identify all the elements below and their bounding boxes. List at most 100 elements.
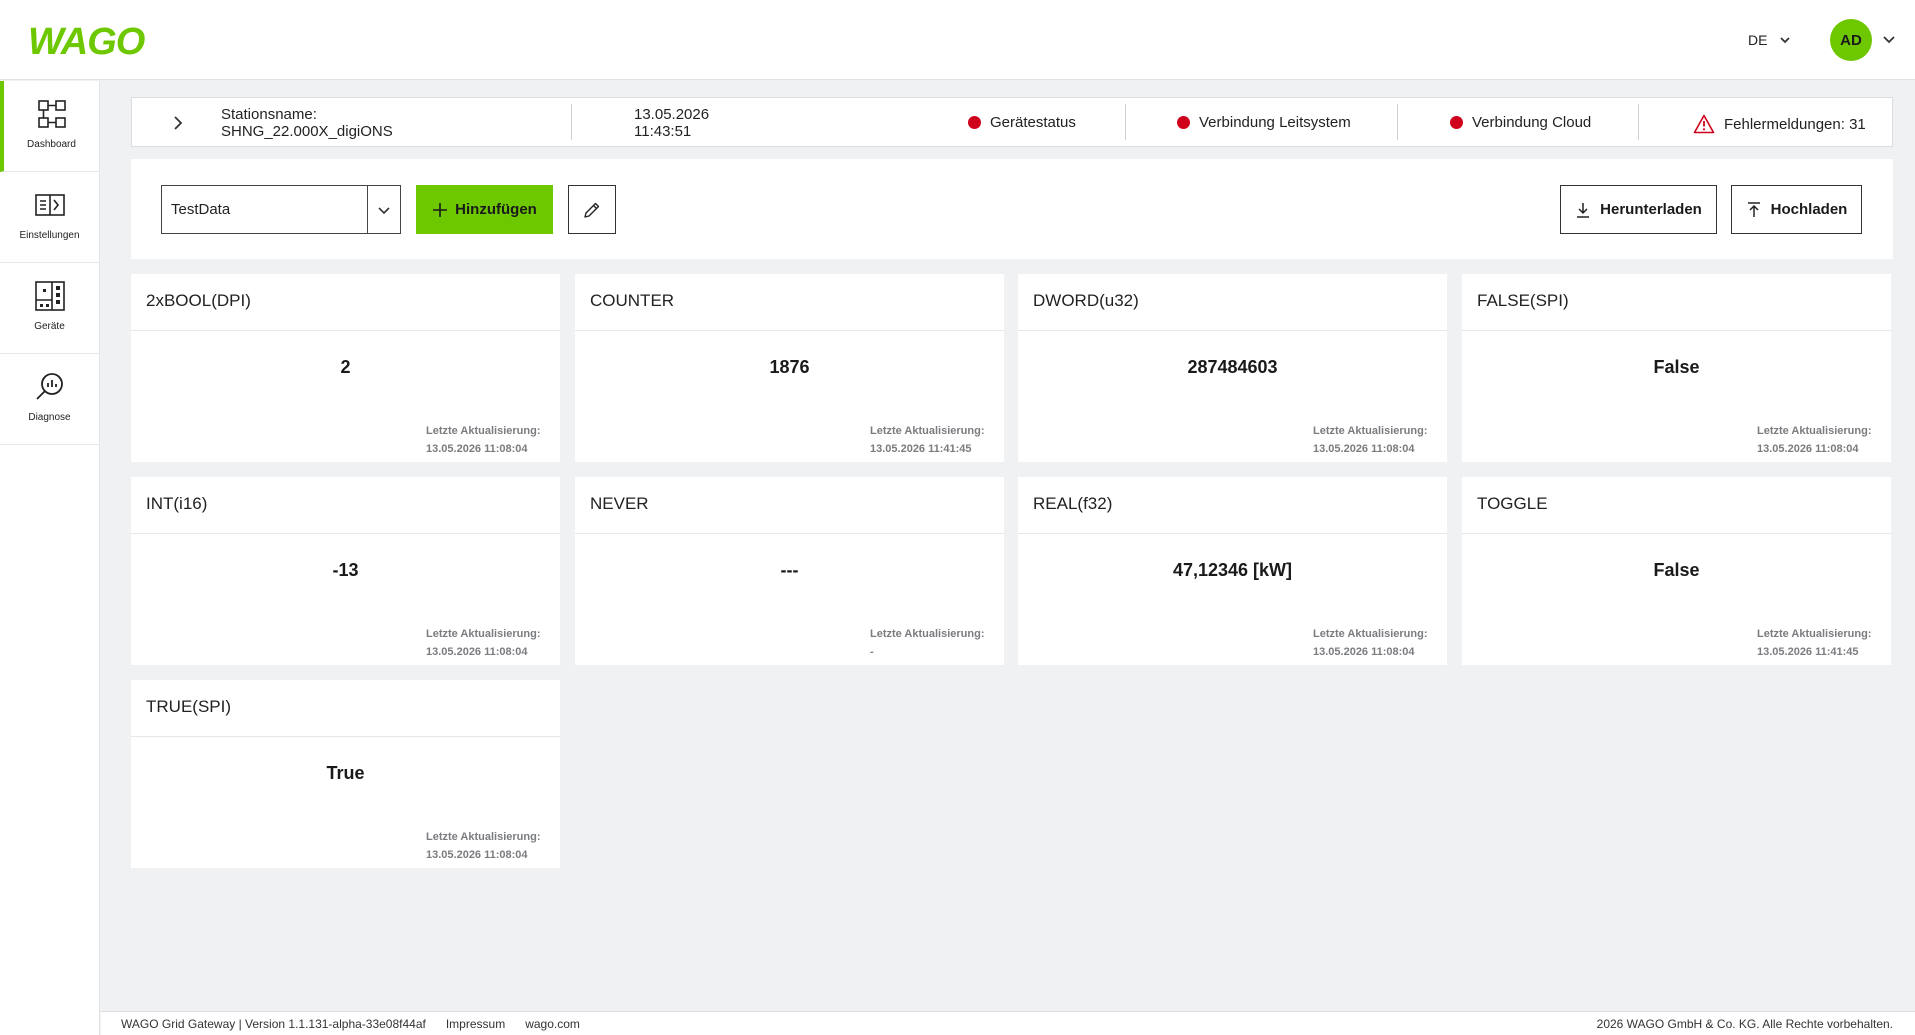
last-update-label: Letzte Aktualisierung: [870, 628, 985, 640]
chevron-right-icon[interactable] [170, 115, 186, 131]
last-update-time: 13.05.2026 11:08:04 [1757, 443, 1859, 455]
language-label: DE [1748, 32, 1768, 48]
user-avatar[interactable]: AD [1830, 19, 1872, 61]
station-label: Stationsname: [221, 106, 317, 123]
plus-icon [433, 202, 448, 217]
dashboard-icon [37, 100, 66, 128]
error-count-label: Fehlermeldungen: 31 [1724, 115, 1866, 133]
upload-button-label: Hochladen [1770, 201, 1848, 218]
language-selector[interactable]: DE [1748, 28, 1791, 52]
datapoint-card[interactable]: COUNTER 1876 Letzte Aktualisierung: 13.05… [575, 274, 1004, 462]
datapoint-card[interactable]: NEVER --- Letzte Aktualisierung: - [575, 477, 1004, 665]
last-update-time: 13.05.2026 11:08:04 [426, 443, 528, 455]
card-title: TRUE(SPI) [146, 697, 231, 716]
last-update-time: 13.05.2026 11:08:04 [1313, 443, 1415, 455]
card-value: 287484603 [1187, 357, 1278, 377]
sidebar-item-label: Einstellungen [19, 230, 80, 241]
chevron-down-icon [1780, 37, 1791, 44]
last-update-label: Letzte Aktualisierung: [426, 831, 541, 843]
divider [1018, 330, 1447, 331]
indicator-label: Verbindung Cloud [1472, 114, 1592, 131]
datapoint-card[interactable]: DWORD(u32) 287484603 Letzte Aktualisieru… [1018, 274, 1447, 462]
card-title: FALSE(SPI) [1477, 291, 1569, 310]
indicator-label: Gerätestatus [990, 114, 1076, 131]
sidebar-item-label: Dashboard [27, 139, 76, 150]
sidebar-item-dashboard[interactable]: Dashboard [0, 81, 99, 172]
cloud-connection-indicator[interactable]: Verbindung Cloud [1450, 114, 1591, 131]
status-dot [1177, 116, 1190, 129]
svg-text:WAGO: WAGO [28, 21, 145, 62]
sidebar-item-label: Geräte [34, 321, 65, 332]
indicator-label: Verbindung Leitsystem [1199, 114, 1351, 131]
impressum-link[interactable]: Impressum [446, 1017, 505, 1031]
last-update: Letzte Aktualisierung: 13.05.2026 11:08:0… [426, 828, 541, 864]
download-button-label: Herunterladen [1600, 201, 1702, 218]
card-value: True [326, 763, 365, 783]
sidebar-item-geraete[interactable]: Geräte [0, 263, 99, 354]
last-update-time: 13.05.2026 11:41:45 [870, 443, 972, 455]
divider [575, 330, 1004, 331]
top-bar: WAGO DE AD [0, 0, 1915, 80]
datapoint-card[interactable]: FALSE(SPI) False Letzte Aktualisierung: 1… [1462, 274, 1891, 462]
chevron-down-icon [378, 206, 390, 214]
add-button[interactable]: Hinzufügen [416, 185, 553, 234]
last-update-label: Letzte Aktualisierung: [426, 425, 541, 437]
station-info: Stationsname: SHNG_22.000X_digiONS [221, 106, 393, 140]
sidebar-item-einstellungen[interactable]: Einstellungen [0, 172, 99, 263]
upload-button[interactable]: Hochladen [1731, 185, 1862, 234]
divider [1462, 533, 1891, 534]
last-update: Letzte Aktualisierung: 13.05.2026 11:08:0… [1757, 422, 1872, 458]
pencil-icon [584, 202, 600, 218]
error-messages-indicator[interactable]: Fehlermeldungen: 31 [1693, 114, 1866, 134]
last-update: Letzte Aktualisierung: 13.05.2026 11:41:4… [1757, 625, 1872, 661]
version-info: WAGO Grid Gateway | Version 1.1.131-alph… [121, 1017, 426, 1031]
dataset-select[interactable]: TestData [161, 185, 401, 234]
station-status-bar: Stationsname: SHNG_22.000X_digiONS 13.05… [131, 97, 1893, 147]
divider [131, 330, 560, 331]
datapoint-card[interactable]: 2xBOOL(DPI) 2 Letzte Aktualisierung: 13.0… [131, 274, 560, 462]
last-update-label: Letzte Aktualisierung: [1757, 628, 1872, 640]
wago-logo[interactable]: WAGO [28, 18, 156, 62]
last-update: Letzte Aktualisierung: 13.05.2026 11:08:0… [426, 625, 541, 661]
settings-icon [34, 194, 65, 216]
divider [575, 533, 1004, 534]
last-update-time: 13.05.2026 11:41:45 [1757, 646, 1859, 658]
divider [131, 533, 560, 534]
station-datetime: 13.05.2026 11:43:51 [634, 106, 709, 140]
card-title: REAL(f32) [1033, 494, 1113, 513]
dataset-select-value: TestData [171, 201, 231, 218]
last-update: Letzte Aktualisierung: 13.05.2026 11:41:4… [870, 422, 985, 458]
divider [1018, 533, 1447, 534]
device-status-indicator[interactable]: Gerätestatus [968, 114, 1076, 131]
warning-icon [1693, 114, 1715, 134]
card-title: 2xBOOL(DPI) [146, 291, 251, 310]
select-toggle[interactable] [367, 186, 400, 233]
edit-button[interactable] [568, 185, 616, 234]
footer: WAGO Grid Gateway | Version 1.1.131-alph… [101, 1011, 1915, 1035]
card-title: NEVER [590, 494, 649, 513]
sidebar-item-label: Diagnose [28, 412, 71, 423]
status-dot [968, 116, 981, 129]
last-update: Letzte Aktualisierung: 13.05.2026 11:08:0… [1313, 422, 1428, 458]
datapoint-card[interactable]: INT(i16) -13 Letzte Aktualisierung: 13.05… [131, 477, 560, 665]
last-update-time: 13.05.2026 11:08:04 [426, 849, 528, 861]
card-value: -13 [332, 560, 359, 580]
devices-icon [34, 281, 65, 311]
user-menu-chevron-icon[interactable] [1882, 32, 1896, 46]
last-update-time: 13.05.2026 11:08:04 [426, 646, 528, 658]
website-link[interactable]: wago.com [525, 1017, 580, 1031]
last-update: Letzte Aktualisierung: 13.05.2026 11:08:0… [426, 422, 541, 458]
station-time: 11:43:51 [634, 123, 692, 140]
upload-icon [1747, 201, 1760, 217]
datapoint-card[interactable]: TRUE(SPI) True Letzte Aktualisierung: 13.… [131, 680, 560, 868]
sidebar-item-diagnose[interactable]: Diagnose [0, 354, 99, 445]
last-update-label: Letzte Aktualisierung: [1313, 628, 1428, 640]
download-button[interactable]: Herunterladen [1560, 185, 1717, 234]
datapoint-card[interactable]: REAL(f32) 47,12346 [kW] Letzte Aktualisi… [1018, 477, 1447, 665]
datapoint-card[interactable]: TOGGLE False Letzte Aktualisierung: 13.05… [1462, 477, 1891, 665]
control-system-connection-indicator[interactable]: Verbindung Leitsystem [1177, 114, 1351, 131]
download-icon [1577, 202, 1590, 218]
card-value: False [1653, 560, 1700, 580]
station-date: 13.05.2026 [634, 106, 710, 123]
card-title: TOGGLE [1477, 494, 1548, 513]
